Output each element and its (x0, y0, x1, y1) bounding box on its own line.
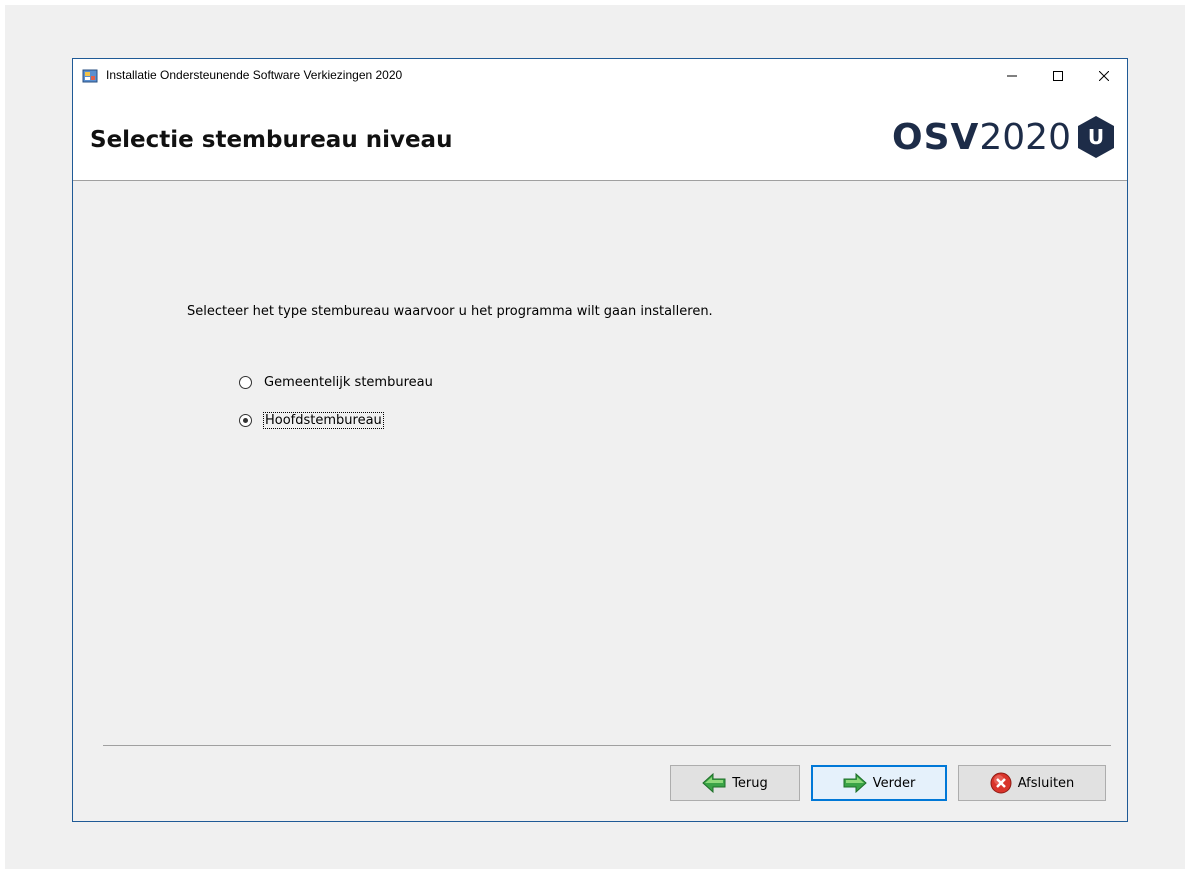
footer-separator (103, 745, 1111, 746)
osv2020-logo: OSV 2020 U (892, 115, 1115, 159)
radio-button[interactable] (239, 376, 252, 389)
maximize-button[interactable] (1035, 59, 1081, 93)
logo-text-year: 2020 (979, 116, 1071, 158)
minimize-icon (1007, 75, 1017, 77)
logo-text-bold: OSV (891, 116, 980, 158)
maximize-icon (1053, 71, 1063, 81)
title-bar[interactable]: Installatie Ondersteunende Software Verk… (73, 59, 1127, 93)
radio-label[interactable]: Gemeentelijk stembureau (264, 375, 433, 390)
shield-badge-icon: U (1078, 116, 1114, 158)
close-icon (1099, 71, 1109, 81)
installer-icon (82, 68, 98, 84)
installer-window: Installatie Ondersteunende Software Verk… (72, 58, 1128, 822)
exit-button-label: Afsluiten (1017, 775, 1075, 791)
window-title: Installatie Ondersteunende Software Verk… (106, 68, 403, 82)
close-button[interactable] (1081, 59, 1127, 93)
radio-option-gemeentelijk[interactable]: Gemeentelijk stembureau (239, 375, 433, 390)
radio-option-hoofdstembureau[interactable]: Hoofdstembureau (239, 412, 384, 429)
arrow-right-icon (843, 773, 867, 793)
arrow-left-icon (702, 773, 726, 793)
exit-button[interactable]: Afsluiten (958, 765, 1106, 801)
minimize-button[interactable] (989, 59, 1035, 93)
wizard-header: Selectie stembureau niveau OSV 2020 U (73, 93, 1127, 181)
back-button[interactable]: Terug (670, 765, 800, 801)
logo-badge-letter: U (1088, 125, 1104, 149)
close-circle-icon (990, 772, 1012, 794)
next-button-label: Verder (872, 775, 916, 791)
radio-label[interactable]: Hoofdstembureau (263, 412, 384, 429)
radio-button-selected[interactable] (239, 414, 252, 427)
instruction-text: Selecteer het type stembureau waarvoor u… (187, 304, 713, 319)
back-button-label: Terug (732, 775, 768, 791)
page-title: Selectie stembureau niveau (90, 127, 453, 153)
next-button[interactable]: Verder (811, 765, 947, 801)
